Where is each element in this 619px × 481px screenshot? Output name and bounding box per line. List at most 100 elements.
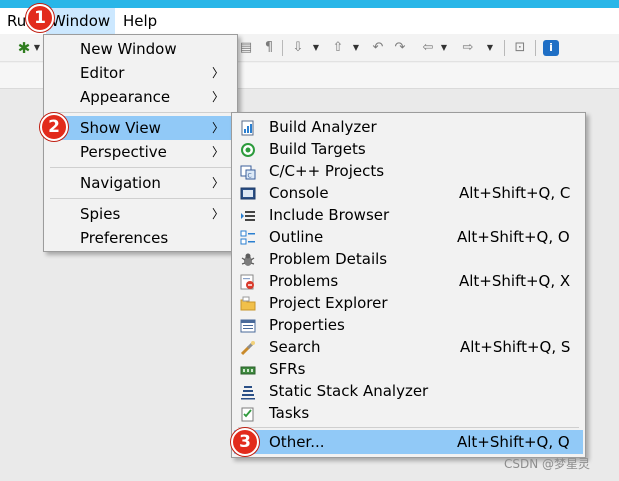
annotation-badge: 1	[26, 4, 54, 32]
console-icon	[240, 187, 256, 200]
menu-item-label: Editor	[80, 64, 125, 82]
menu-item-build-analyzer[interactable]: Build Analyzer	[234, 116, 583, 138]
include-browser-icon	[241, 211, 255, 221]
menu-item-build-targets[interactable]: Build Targets	[234, 138, 583, 160]
back-icon[interactable]: ⇦	[420, 39, 436, 57]
menu-separator	[50, 112, 231, 113]
info-icon[interactable]: i	[543, 40, 559, 56]
menu-item-shortcut: Alt+Shift+Q, O	[457, 228, 570, 246]
menu-item-perspective[interactable]: Perspective 〉	[46, 140, 235, 164]
submenu-arrow-icon: 〉	[211, 176, 224, 190]
submenu-arrow-icon: 〉	[211, 145, 224, 159]
watermark: CSDN @梦星灵	[504, 457, 591, 471]
menu-item-other[interactable]: Other... Alt+Shift+Q, Q	[234, 430, 583, 454]
window-menu: New Window Editor 〉 Appearance 〉 Show Vi…	[43, 34, 238, 252]
menu-item-spies[interactable]: Spies 〉	[46, 202, 235, 226]
svg-text:C: C	[248, 173, 252, 180]
menu-item-project-explorer[interactable]: Project Explorer	[234, 292, 583, 314]
sfrs-icon	[240, 366, 256, 375]
menu-item-shortcut: Alt+Shift+Q, Q	[457, 433, 570, 451]
menu-item-label: Tasks	[269, 404, 310, 422]
menu-item-label: Outline	[269, 228, 324, 246]
pin-editor-icon[interactable]: ⊡	[512, 39, 528, 57]
debug-icon[interactable]: ✱	[16, 39, 32, 57]
submenu-arrow-icon: 〉	[211, 90, 224, 104]
menu-item-tasks[interactable]: Tasks	[234, 402, 583, 424]
build-analyzer-icon	[241, 120, 254, 136]
menu-item-appearance[interactable]: Appearance 〉	[46, 85, 235, 109]
menu-item-label: Navigation	[80, 174, 161, 192]
submenu-arrow-icon: 〉	[211, 66, 224, 80]
annotation-badge: 3	[231, 428, 259, 456]
last-edit-location-icon[interactable]: ↶	[370, 39, 386, 57]
build-targets-icon	[241, 143, 255, 157]
menu-item-navigation[interactable]: Navigation 〉	[46, 171, 235, 195]
menu-item-label: SFRs	[269, 360, 306, 378]
outline-icon	[240, 230, 255, 245]
menu-item-label: Include Browser	[269, 206, 390, 224]
search-icon	[240, 340, 256, 356]
show-whitespace-icon[interactable]: ¶	[262, 39, 276, 57]
menu-item-label: Show View	[80, 119, 161, 137]
menu-item-label: Perspective	[80, 143, 167, 161]
menu-separator	[238, 427, 579, 428]
menu-item-preferences[interactable]: Preferences	[46, 226, 235, 250]
toolbar-separator	[535, 40, 536, 56]
tasks-icon	[241, 407, 254, 422]
menu-item-new-window[interactable]: New Window	[46, 37, 235, 61]
menu-item-label: Project Explorer	[269, 294, 388, 312]
problem-details-icon	[241, 253, 255, 266]
dropdown-arrow-icon[interactable]: ▼	[352, 39, 360, 57]
properties-icon	[240, 319, 256, 333]
dropdown-arrow-icon[interactable]: ▼	[440, 39, 448, 57]
static-stack-icon	[241, 386, 255, 400]
next-edit-location-icon[interactable]: ↷	[392, 39, 408, 57]
menu-item-label: C/C++ Projects	[269, 162, 385, 180]
menu-item-problems[interactable]: Problems Alt+Shift+Q, X	[234, 270, 583, 292]
menu-item-label: Static Stack Analyzer	[269, 382, 429, 400]
toolbar-separator	[504, 40, 505, 56]
menu-item-label: Spies	[80, 205, 121, 223]
menu-item-label: Problems	[269, 272, 339, 290]
menu-item-label: Properties	[269, 316, 345, 334]
problems-icon	[240, 274, 254, 290]
menu-item-include-browser[interactable]: Include Browser	[234, 204, 583, 226]
menu-item-editor[interactable]: Editor 〉	[46, 61, 235, 85]
toggle-block-icon[interactable]: ▤	[238, 39, 254, 57]
menu-item-outline[interactable]: Outline Alt+Shift+Q, O	[234, 226, 583, 248]
dropdown-arrow-icon[interactable]: ▼	[33, 39, 41, 57]
project-explorer-icon	[240, 296, 256, 311]
menu-item-label: Preferences	[80, 229, 169, 247]
menu-item-label: Build Analyzer	[269, 118, 377, 136]
menu-item-label: Other...	[269, 433, 325, 451]
submenu-arrow-icon: 〉	[211, 121, 224, 135]
menu-item-show-view[interactable]: Show View 〉	[46, 116, 235, 140]
next-annotation-icon[interactable]: ⇩	[290, 39, 306, 57]
dropdown-arrow-icon[interactable]: ▼	[486, 39, 494, 57]
dropdown-arrow-icon[interactable]: ▼	[312, 39, 320, 57]
menu-item-label: Console	[269, 184, 329, 202]
menu-separator	[50, 198, 231, 199]
menu-item-problem-details[interactable]: Problem Details	[234, 248, 583, 270]
window-title-strip	[0, 0, 619, 8]
menu-separator	[50, 167, 231, 168]
menu-item-static-stack-analyzer[interactable]: Static Stack Analyzer	[234, 380, 583, 402]
menu-item-sfrs[interactable]: SFRs	[234, 358, 583, 380]
menu-item-properties[interactable]: Properties	[234, 314, 583, 336]
menu-help[interactable]: Help	[118, 8, 162, 34]
menu-item-cpp-projects[interactable]: C C/C++ Projects	[234, 160, 583, 182]
menu-item-search[interactable]: Search Alt+Shift+Q, S	[234, 336, 583, 358]
menu-window[interactable]: Window	[46, 8, 115, 34]
menu-bar: Ru Window Help	[0, 8, 619, 34]
submenu-arrow-icon: 〉	[211, 207, 224, 221]
menu-item-console[interactable]: Console Alt+Shift+Q, C	[234, 182, 583, 204]
menu-item-shortcut: Alt+Shift+Q, X	[459, 272, 571, 290]
annotation-badge: 2	[40, 113, 68, 141]
menu-item-shortcut: Alt+Shift+Q, C	[459, 184, 571, 202]
menu-item-label: Search	[269, 338, 321, 356]
menu-item-label: New Window	[80, 40, 177, 58]
previous-annotation-icon[interactable]: ⇧	[330, 39, 346, 57]
forward-icon[interactable]: ⇨	[460, 39, 476, 57]
menu-item-shortcut: Alt+Shift+Q, S	[460, 338, 571, 356]
menu-item-label: Build Targets	[269, 140, 366, 158]
